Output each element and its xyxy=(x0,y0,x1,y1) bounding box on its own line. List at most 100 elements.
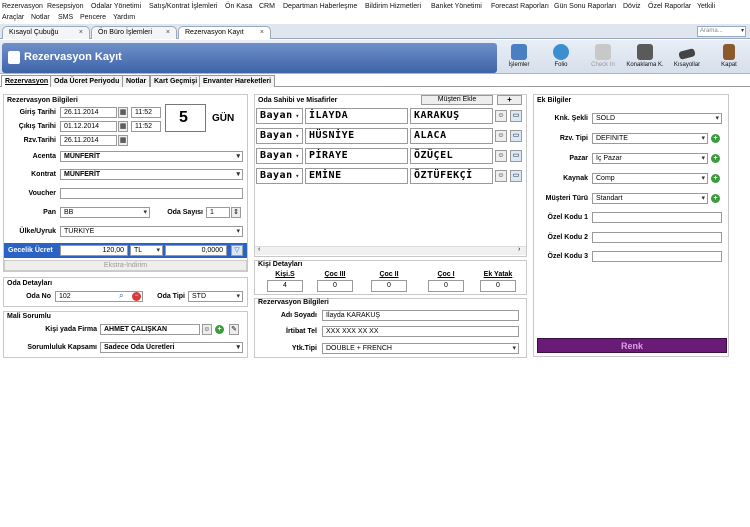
add-icon[interactable]: + xyxy=(711,174,720,183)
tab-rezervasyon-kayit[interactable]: Rezervasyon Kayıt × xyxy=(178,26,271,39)
currency-select[interactable]: TL ▾ xyxy=(130,245,163,256)
konaklama-button[interactable]: Konaklama K. xyxy=(626,44,664,72)
menu-resepsiyon[interactable]: Resepsiyon xyxy=(47,2,84,11)
kisi-firma-field[interactable]: AHMET ÇALIŞKAN xyxy=(100,324,200,335)
person-icon[interactable]: ☺ xyxy=(202,324,212,335)
musteri-ekle-button[interactable]: Müşteri Ekle xyxy=(421,95,493,105)
coc1-field[interactable]: 0 xyxy=(428,280,464,292)
tab-oda-ucret-periyodu[interactable]: Oda Ücret Periyodu xyxy=(50,75,124,87)
tab-rezervasyon[interactable]: Rezervasyon xyxy=(1,75,53,87)
card-icon[interactable]: ▭ xyxy=(510,170,522,182)
ozel-kodu-2-field[interactable] xyxy=(592,232,722,243)
coc2-field[interactable]: 0 xyxy=(371,280,407,292)
guest-title-select[interactable]: Bayan ▾ xyxy=(256,148,303,164)
giris-date-field[interactable]: 26.11.2014 xyxy=(60,107,117,118)
close-icon[interactable]: × xyxy=(166,27,170,39)
ytk-tipi-select[interactable]: DOUBLE + FRENCH ▾ xyxy=(322,343,519,354)
horizontal-scrollbar[interactable]: ‹ › xyxy=(255,246,526,255)
guest-last-name[interactable]: ÖZÜÇEL xyxy=(410,148,493,164)
menu-pencere[interactable]: Pencere xyxy=(80,13,106,22)
guest-last-name[interactable]: ALACA xyxy=(410,128,493,144)
ozel-kodu-3-field[interactable] xyxy=(592,251,722,262)
menu-doviz[interactable]: Döviz xyxy=(623,2,641,11)
voucher-field[interactable] xyxy=(60,188,243,199)
rzv-tipi-select[interactable]: DEFINITE ▾ xyxy=(592,133,708,144)
renk-button[interactable]: Renk xyxy=(537,338,727,353)
person-icon[interactable]: ☺ xyxy=(495,110,507,122)
cikis-time-field[interactable]: 11:52 xyxy=(131,121,161,132)
menu-forecast[interactable]: Forecast Raporları xyxy=(491,2,549,11)
person-icon[interactable]: ☺ xyxy=(495,130,507,142)
guest-first-name[interactable]: İLAYDA xyxy=(305,108,408,124)
menu-yetkili[interactable]: Yetkili xyxy=(697,2,715,11)
tab-kisayol[interactable]: Kısayol Çubuğu × xyxy=(2,26,90,39)
ozel-kodu-1-field[interactable] xyxy=(592,212,722,223)
card-icon[interactable]: ▭ xyxy=(510,150,522,162)
kapat-button[interactable]: Kapat xyxy=(710,44,748,72)
coc3-field[interactable]: 0 xyxy=(317,280,353,292)
guest-last-name[interactable]: ÖZTÜFEKÇİ xyxy=(410,168,493,184)
stepper-icon[interactable]: ⇕ xyxy=(231,207,241,218)
guest-title-select[interactable]: Bayan ▾ xyxy=(256,108,303,124)
chevron-left-icon[interactable]: ‹ xyxy=(258,246,260,253)
tab-notlar[interactable]: Notlar xyxy=(122,75,151,87)
menu-satis[interactable]: Satış/Kontrat İşlemleri xyxy=(149,2,217,11)
kapsam-select[interactable]: Sadece Oda Ücretleri ▾ xyxy=(100,342,243,353)
menu-ozel-raporlar[interactable]: Özel Raporlar xyxy=(648,2,691,11)
person-icon[interactable]: ☺ xyxy=(495,150,507,162)
add-icon[interactable]: + xyxy=(711,154,720,163)
menu-gun-sonu[interactable]: Gün Sonu Raporları xyxy=(554,2,616,11)
add-icon[interactable]: + xyxy=(711,194,720,203)
guest-first-name[interactable]: HÜSNİYE xyxy=(305,128,408,144)
card-icon[interactable]: ▭ xyxy=(510,110,522,122)
musteri-turu-select[interactable]: Standart ▾ xyxy=(592,193,708,204)
close-icon[interactable]: × xyxy=(79,27,83,39)
tab-kart-gecmisi[interactable]: Kart Geçmişi xyxy=(150,75,202,87)
chevron-down-icon[interactable]: ▾ xyxy=(741,27,744,36)
kisi-s-field[interactable]: 4 xyxy=(267,280,303,292)
calendar-icon[interactable]: ▦ xyxy=(118,135,128,146)
guest-first-name[interactable]: EMİNE xyxy=(305,168,408,184)
remove-icon[interactable]: − xyxy=(132,292,141,301)
islemler-button[interactable]: İşlemler xyxy=(500,44,538,72)
kontrat-select[interactable]: MÜNFERİT ▾ xyxy=(60,169,243,180)
menu-departman[interactable]: Departman Haberleşme xyxy=(283,2,357,11)
edit-icon[interactable]: ✎ xyxy=(229,324,239,335)
check-in-button[interactable]: Check In xyxy=(584,44,622,72)
ek-yatak-field[interactable]: 0 xyxy=(480,280,516,292)
ekstra-indirim-button[interactable]: Ekstra-İndirim xyxy=(4,260,247,271)
kisayollar-button[interactable]: Kısayollar xyxy=(668,44,706,72)
rzv-date-field[interactable]: 26.11.2014 xyxy=(60,135,117,146)
calendar-icon[interactable]: ▦ xyxy=(118,107,128,118)
close-icon[interactable]: × xyxy=(260,27,264,39)
guest-title-select[interactable]: Bayan ▾ xyxy=(256,128,303,144)
pazar-select[interactable]: İç Pazar ▾ xyxy=(592,153,708,164)
guest-title-select[interactable]: Bayan ▾ xyxy=(256,168,303,184)
knk-select[interactable]: SOLD ▾ xyxy=(592,113,722,124)
ulke-select[interactable]: TÜRKİYE ▾ xyxy=(60,226,243,237)
giris-time-field[interactable]: 11:52 xyxy=(131,107,161,118)
filter-icon[interactable]: ▽ xyxy=(231,245,243,256)
acenta-select[interactable]: MÜNFERİT ▾ xyxy=(60,151,243,162)
menu-yardim[interactable]: Yardım xyxy=(113,13,135,22)
rate-field[interactable]: 0,0000 xyxy=(165,245,227,256)
folio-button[interactable]: Folio xyxy=(542,44,580,72)
menu-notlar[interactable]: Notlar xyxy=(31,13,50,22)
calendar-icon[interactable]: ▦ xyxy=(118,121,128,132)
oda-tipi-select[interactable]: STD ▾ xyxy=(188,291,243,302)
kaynak-select[interactable]: Comp ▾ xyxy=(592,173,708,184)
gecelik-field[interactable]: 120,00 xyxy=(60,245,128,256)
cikis-date-field[interactable]: 01.12.2014 xyxy=(60,121,117,132)
menu-bildirim[interactable]: Bildirim Hizmetleri xyxy=(365,2,421,11)
search-input[interactable]: Arama... ▾ xyxy=(697,26,746,37)
menu-crm[interactable]: CRM xyxy=(259,2,275,11)
menu-odalar[interactable]: Odalar Yönetimi xyxy=(91,2,141,11)
plus-button[interactable]: + xyxy=(497,95,522,105)
person-icon[interactable]: ☺ xyxy=(495,170,507,182)
chevron-right-icon[interactable]: › xyxy=(518,246,520,253)
menu-rezervasyon[interactable]: Rezervasyon xyxy=(2,2,43,11)
tab-on-buro[interactable]: Ön Büro İşlemleri × xyxy=(91,26,177,39)
irtibat-tel-field[interactable]: XXX XXX XX XX xyxy=(322,326,519,337)
menu-sms[interactable]: SMS xyxy=(58,13,73,22)
oda-sayisi-field[interactable]: 1 xyxy=(206,207,230,218)
